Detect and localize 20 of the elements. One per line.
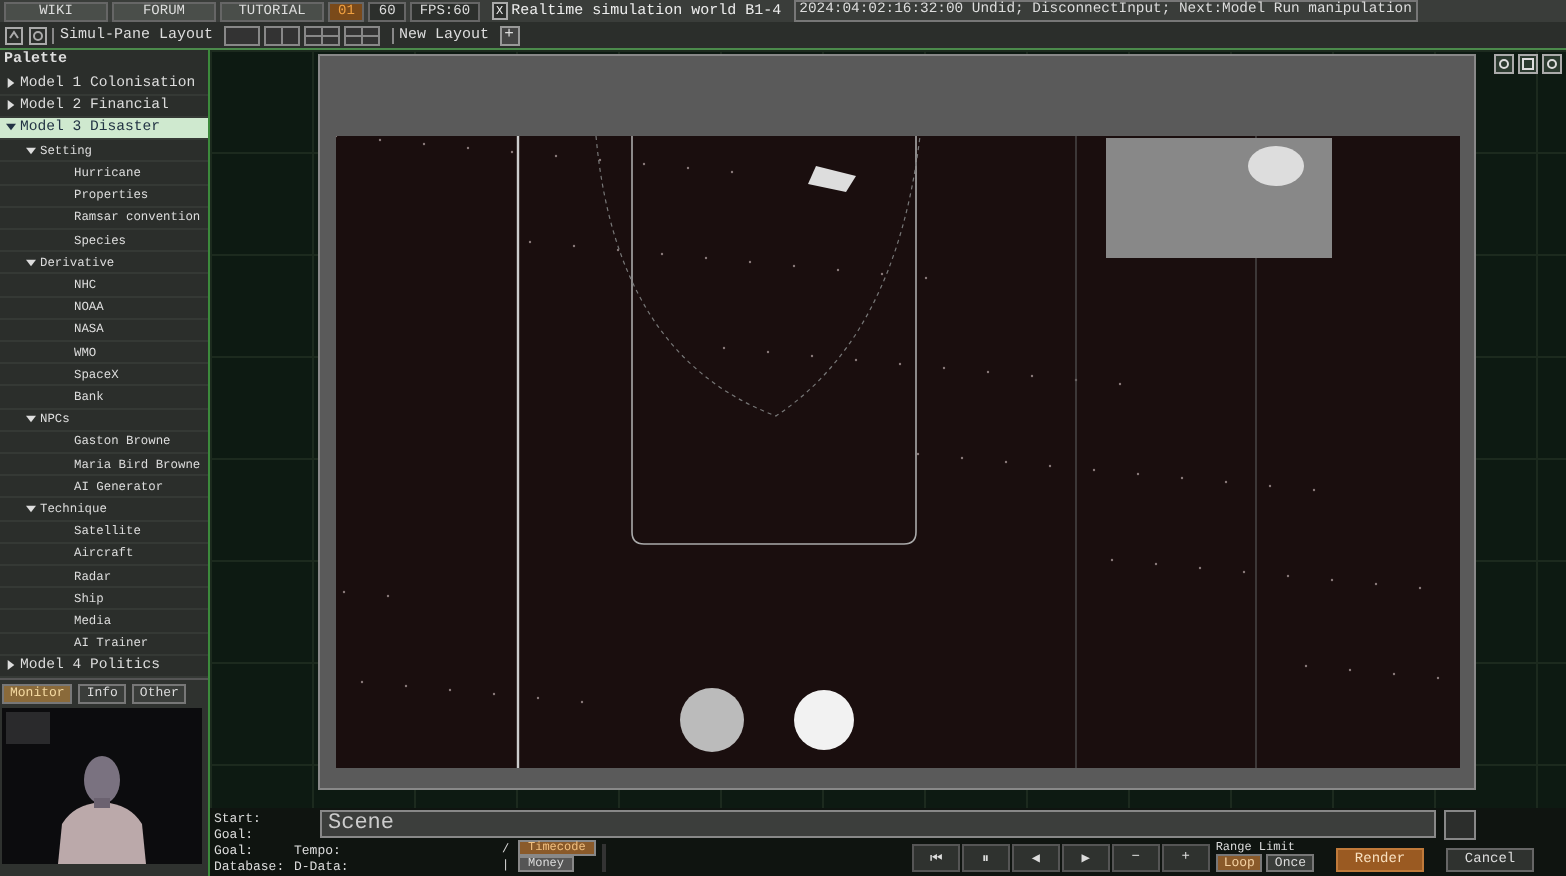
pane-layout-icon[interactable] bbox=[263, 25, 300, 45]
add-layout-button[interactable]: + bbox=[499, 25, 520, 45]
window-control-icon[interactable] bbox=[1542, 54, 1562, 74]
caret-icon[interactable] bbox=[6, 122, 16, 133]
caret-icon[interactable] bbox=[26, 145, 36, 156]
window-control-icon[interactable] bbox=[1494, 54, 1514, 74]
caret-icon[interactable] bbox=[6, 100, 16, 111]
pane-layout-icon[interactable] bbox=[223, 25, 260, 45]
caret-icon[interactable] bbox=[6, 78, 16, 89]
pane-layout-icon[interactable] bbox=[303, 25, 340, 45]
layout-icon[interactable] bbox=[4, 25, 24, 45]
caret-icon[interactable] bbox=[26, 503, 36, 514]
caret-icon[interactable] bbox=[26, 414, 36, 425]
caret-icon[interactable] bbox=[26, 257, 36, 268]
scene-option-box[interactable] bbox=[1444, 809, 1476, 839]
caret-icon[interactable] bbox=[6, 660, 16, 671]
scene-field[interactable]: Scene bbox=[320, 810, 1436, 838]
pane-layout-icon[interactable] bbox=[343, 25, 380, 45]
layout-icon[interactable] bbox=[28, 25, 48, 45]
window-control-icon[interactable] bbox=[1518, 54, 1538, 74]
